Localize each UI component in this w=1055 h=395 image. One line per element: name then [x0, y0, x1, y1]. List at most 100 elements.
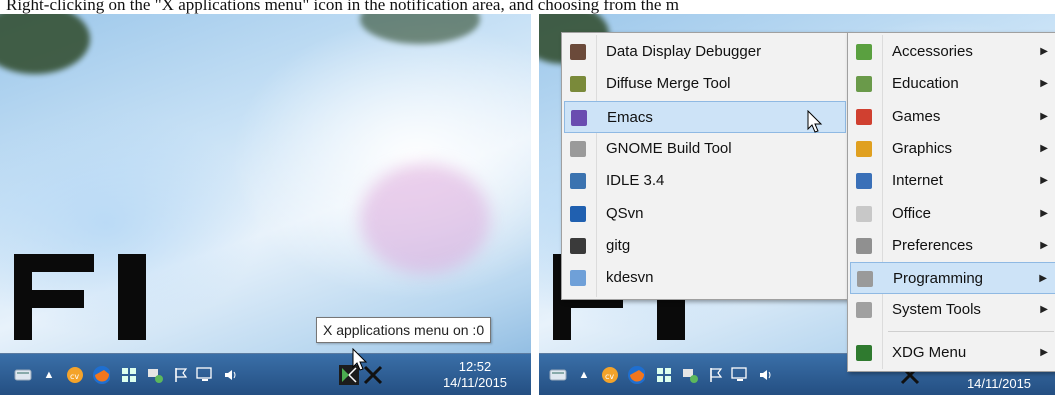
menu-item-label: Games — [892, 107, 941, 125]
left-screenshot: ▲ cv 12:52 14/11/2015 X applications men… — [0, 14, 531, 395]
menu-item-emacs[interactable]: Emacs — [564, 100, 846, 133]
submenu-arrow-icon: ▶ — [1040, 110, 1048, 122]
gitg-icon — [570, 237, 586, 254]
svg-text:cv: cv — [70, 372, 79, 381]
keyboard-icon[interactable] — [549, 366, 567, 384]
taskbar-clock[interactable]: 14/11/2015 — [949, 376, 1049, 392]
qsvn-icon — [570, 205, 586, 222]
clock-time: 12:52 — [458, 359, 492, 374]
menu-item-label: Education — [892, 75, 959, 93]
menu-item-diffuse-merge-tool[interactable]: Diffuse Merge Tool — [564, 68, 846, 100]
menu-item-label: QSvn — [606, 204, 644, 222]
cv-icon[interactable]: cv — [66, 366, 84, 384]
wallpaper-accent — [360, 164, 490, 274]
menu-item-xdg-menu[interactable]: XDG Menu ▶ — [850, 337, 1055, 369]
submenu-arrow-icon: ▶ — [1040, 78, 1048, 90]
menu-item-games[interactable]: Games ▶ — [850, 101, 1055, 133]
monitor-icon[interactable] — [731, 366, 749, 384]
system-tools-icon — [856, 302, 872, 319]
emacs-icon — [571, 109, 587, 126]
menu-item-label: kdesvn — [606, 269, 654, 287]
menu-item-accessories[interactable]: Accessories ▶ — [850, 36, 1055, 68]
preferences-icon — [856, 237, 872, 254]
mouse-cursor-icon — [352, 348, 368, 371]
menu-item-graphics[interactable]: Graphics ▶ — [850, 133, 1055, 165]
applications-menu: Accessories ▶ Education ▶ Games ▶ Graphics ▶ Int… — [847, 32, 1055, 372]
menu-item-office[interactable]: Office ▶ — [850, 198, 1055, 230]
diffuse-icon — [570, 76, 586, 93]
menu-item-qsvn[interactable]: QSvn — [564, 198, 846, 230]
cv-icon[interactable]: cv — [601, 366, 619, 384]
chevron-up-icon[interactable]: ▲ — [575, 366, 593, 384]
menu-item-gnome-build-tool[interactable]: GNOME Build Tool — [564, 133, 846, 165]
menu-item-label: Graphics — [892, 139, 953, 157]
menu-item-idle-3-4[interactable]: IDLE 3.4 — [564, 165, 846, 197]
xdg-menu-icon — [856, 344, 872, 361]
games-icon — [856, 108, 872, 125]
python-icon — [570, 173, 586, 190]
graphics-icon — [856, 140, 872, 157]
panel-divider — [531, 14, 539, 395]
internet-icon — [856, 173, 872, 190]
menu-item-label: Accessories — [892, 43, 973, 60]
ddd-icon — [570, 44, 586, 60]
submenu-arrow-icon: ▶ — [1040, 142, 1048, 154]
tooltip: X applications menu on :0 — [316, 317, 492, 343]
menu-item-education[interactable]: Education ▶ — [850, 68, 1055, 100]
menu-item-label: GNOME Build Tool — [606, 139, 732, 157]
gnome-build-icon — [570, 140, 586, 157]
menu-separator — [888, 330, 1054, 332]
menu-item-label: Office — [892, 204, 931, 222]
menu-item-system-tools[interactable]: System Tools ▶ — [850, 294, 1055, 326]
chevron-up-icon[interactable]: ▲ — [40, 366, 58, 384]
kdesvn-icon — [570, 270, 586, 287]
windows-flag-icon[interactable] — [655, 366, 673, 384]
menu-item-label: Internet — [892, 172, 943, 190]
svg-text:cv: cv — [605, 372, 614, 381]
menu-item-label: Programming — [893, 270, 984, 288]
menu-item-programming[interactable]: Programming ▶ — [850, 262, 1055, 295]
submenu-arrow-icon: ▶ — [1040, 304, 1048, 316]
menu-item-label: gitg — [606, 236, 631, 254]
education-icon — [856, 76, 872, 93]
clock-date: 14/11/2015 — [966, 376, 1032, 391]
taskbar: ▲ cv 12:52 14/11/2015 — [0, 353, 531, 395]
menu-item-label: Emacs — [607, 108, 653, 126]
taskbar-clock[interactable]: 12:52 14/11/2015 — [430, 359, 520, 391]
menu-item-label: IDLE 3.4 — [606, 172, 665, 190]
network-icon[interactable] — [146, 366, 164, 384]
office-icon — [856, 205, 872, 222]
wallpaper-letters — [0, 246, 170, 346]
keyboard-icon[interactable] — [14, 366, 32, 384]
submenu-arrow-icon: ▶ — [1039, 273, 1047, 285]
flag-icon[interactable] — [172, 366, 190, 384]
windows-flag-icon[interactable] — [120, 366, 138, 384]
monitor-icon[interactable] — [196, 366, 214, 384]
menu-item-gitg[interactable]: gitg — [564, 230, 846, 262]
submenu-arrow-icon: ▶ — [1040, 239, 1048, 251]
firefox-icon[interactable] — [92, 366, 110, 384]
menu-item-label: Data Display Debugger — [606, 43, 762, 60]
menu-item-internet[interactable]: Internet ▶ — [850, 165, 1055, 197]
firefox-icon[interactable] — [627, 366, 645, 384]
menu-item-label: Diffuse Merge Tool — [606, 75, 731, 93]
submenu-arrow-icon: ▶ — [1040, 346, 1048, 358]
submenu-arrow-icon: ▶ — [1040, 46, 1048, 57]
submenu-arrow-icon: ▶ — [1040, 207, 1048, 219]
programming-icon — [857, 271, 873, 288]
speaker-icon[interactable] — [757, 366, 775, 384]
flag-icon[interactable] — [707, 366, 725, 384]
menu-item-label: XDG Menu — [892, 343, 967, 361]
menu-item-preferences[interactable]: Preferences ▶ — [850, 230, 1055, 262]
menu-item-kdesvn[interactable]: kdesvn — [564, 262, 846, 294]
menu-item-label: Preferences — [892, 236, 973, 254]
accessories-icon — [856, 44, 872, 60]
right-screenshot: ▲ cv 14/11/2015 Data Display Debugger Dif — [539, 14, 1055, 395]
menu-item-data-display-debugger[interactable]: Data Display Debugger — [564, 36, 846, 68]
clock-date: 14/11/2015 — [442, 375, 508, 390]
network-icon[interactable] — [681, 366, 699, 384]
submenu-arrow-icon: ▶ — [1040, 175, 1048, 187]
speaker-icon[interactable] — [222, 366, 240, 384]
programming-submenu: Data Display Debugger Diffuse Merge Tool E… — [561, 32, 849, 300]
mouse-cursor-icon — [807, 110, 823, 133]
